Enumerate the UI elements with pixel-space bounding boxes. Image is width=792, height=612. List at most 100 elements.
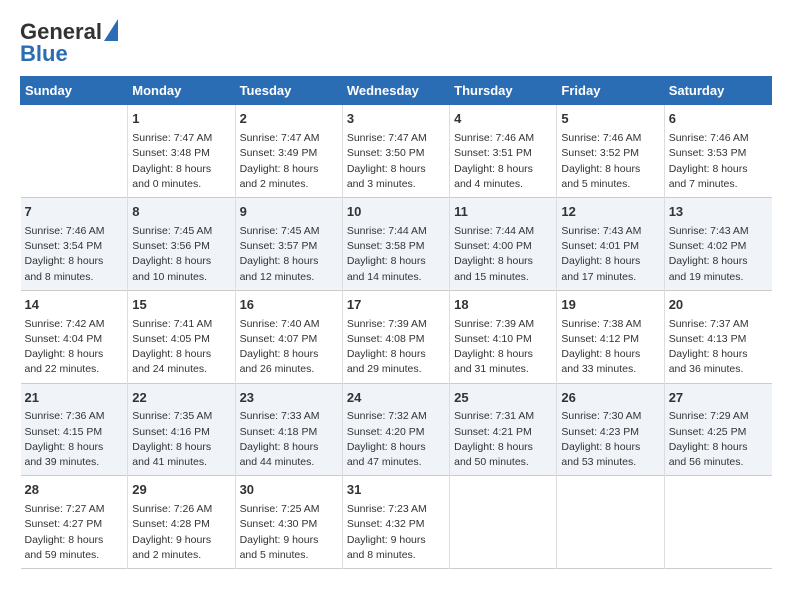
calendar-cell: 3 Sunrise: 7:47 AM Sunset: 3:50 PM Daylig… [342, 105, 449, 198]
week-row-2: 7Sunrise: 7:46 AM Sunset: 3:54 PM Daylig… [21, 198, 772, 291]
day-number: 19 [561, 296, 659, 315]
day-number: 12 [561, 203, 659, 222]
calendar-cell: 11Sunrise: 7:44 AM Sunset: 4:00 PM Dayli… [450, 198, 557, 291]
day-number: 16 [240, 296, 338, 315]
calendar-cell: 12 Sunrise: 7:43 AM Sunset: 4:01 PM Dayli… [557, 198, 664, 291]
calendar-cell [557, 476, 664, 569]
day-number: 20 [669, 296, 768, 315]
day-number: 4 [454, 110, 552, 129]
day-number: 6 [669, 110, 768, 129]
calendar-cell: 22Sunrise: 7:35 AM Sunset: 4:16 PM Dayli… [128, 383, 235, 476]
calendar-cell: 7Sunrise: 7:46 AM Sunset: 3:54 PM Daylig… [21, 198, 128, 291]
calendar-cell: 9 Sunrise: 7:45 AM Sunset: 3:57 PM Daylig… [235, 198, 342, 291]
calendar-cell: 23Sunrise: 7:33 AM Sunset: 4:18 PM Dayli… [235, 383, 342, 476]
day-number: 3 [347, 110, 445, 129]
day-details: Sunrise: 7:47 AM Sunset: 3:48 PM Dayligh… [132, 131, 230, 192]
week-row-3: 14 Sunrise: 7:42 AM Sunset: 4:04 PM Dayli… [21, 290, 772, 383]
day-details: Sunrise: 7:39 AM Sunset: 4:08 PM Dayligh… [347, 317, 445, 378]
logo-triangle-icon [104, 19, 118, 41]
calendar-cell: 2Sunrise: 7:47 AM Sunset: 3:49 PM Daylig… [235, 105, 342, 198]
col-header-friday: Friday [557, 77, 664, 105]
calendar-cell: 19 Sunrise: 7:38 AM Sunset: 4:12 PM Dayli… [557, 290, 664, 383]
calendar-cell: 28 Sunrise: 7:27 AM Sunset: 4:27 PM Dayli… [21, 476, 128, 569]
day-details: Sunrise: 7:41 AM Sunset: 4:05 PM Dayligh… [132, 317, 230, 378]
col-header-tuesday: Tuesday [235, 77, 342, 105]
week-row-4: 21Sunrise: 7:36 AM Sunset: 4:15 PM Dayli… [21, 383, 772, 476]
day-number: 9 [240, 203, 338, 222]
calendar-cell: 8 Sunrise: 7:45 AM Sunset: 3:56 PM Daylig… [128, 198, 235, 291]
col-header-saturday: Saturday [664, 77, 771, 105]
day-details: Sunrise: 7:46 AM Sunset: 3:54 PM Dayligh… [25, 224, 124, 285]
calendar-cell: 5Sunrise: 7:46 AM Sunset: 3:52 PM Daylig… [557, 105, 664, 198]
day-number: 21 [25, 389, 124, 408]
calendar-cell: 27Sunrise: 7:29 AM Sunset: 4:25 PM Dayli… [664, 383, 771, 476]
calendar-cell: 6 Sunrise: 7:46 AM Sunset: 3:53 PM Daylig… [664, 105, 771, 198]
day-details: Sunrise: 7:31 AM Sunset: 4:21 PM Dayligh… [454, 409, 552, 470]
calendar-cell: 21Sunrise: 7:36 AM Sunset: 4:15 PM Dayli… [21, 383, 128, 476]
day-details: Sunrise: 7:30 AM Sunset: 4:23 PM Dayligh… [561, 409, 659, 470]
calendar-cell: 13Sunrise: 7:43 AM Sunset: 4:02 PM Dayli… [664, 198, 771, 291]
day-number: 26 [561, 389, 659, 408]
day-details: Sunrise: 7:46 AM Sunset: 3:53 PM Dayligh… [669, 131, 768, 192]
calendar-cell: 24Sunrise: 7:32 AM Sunset: 4:20 PM Dayli… [342, 383, 449, 476]
day-details: Sunrise: 7:44 AM Sunset: 3:58 PM Dayligh… [347, 224, 445, 285]
day-number: 29 [132, 481, 230, 500]
day-details: Sunrise: 7:46 AM Sunset: 3:51 PM Dayligh… [454, 131, 552, 192]
day-details: Sunrise: 7:29 AM Sunset: 4:25 PM Dayligh… [669, 409, 768, 470]
calendar-cell [450, 476, 557, 569]
day-number: 23 [240, 389, 338, 408]
day-details: Sunrise: 7:32 AM Sunset: 4:20 PM Dayligh… [347, 409, 445, 470]
day-number: 27 [669, 389, 768, 408]
calendar-header-row: SundayMondayTuesdayWednesdayThursdayFrid… [21, 77, 772, 105]
day-details: Sunrise: 7:45 AM Sunset: 3:57 PM Dayligh… [240, 224, 338, 285]
day-number: 14 [25, 296, 124, 315]
day-number: 25 [454, 389, 552, 408]
day-number: 24 [347, 389, 445, 408]
calendar-table: SundayMondayTuesdayWednesdayThursdayFrid… [20, 76, 772, 569]
day-details: Sunrise: 7:36 AM Sunset: 4:15 PM Dayligh… [25, 409, 124, 470]
calendar-cell: 18Sunrise: 7:39 AM Sunset: 4:10 PM Dayli… [450, 290, 557, 383]
day-number: 8 [132, 203, 230, 222]
page-header: General Blue [20, 20, 772, 66]
col-header-monday: Monday [128, 77, 235, 105]
day-details: Sunrise: 7:37 AM Sunset: 4:13 PM Dayligh… [669, 317, 768, 378]
day-number: 22 [132, 389, 230, 408]
day-details: Sunrise: 7:43 AM Sunset: 4:01 PM Dayligh… [561, 224, 659, 285]
day-details: Sunrise: 7:35 AM Sunset: 4:16 PM Dayligh… [132, 409, 230, 470]
day-number: 13 [669, 203, 768, 222]
day-details: Sunrise: 7:42 AM Sunset: 4:04 PM Dayligh… [25, 317, 124, 378]
day-number: 18 [454, 296, 552, 315]
day-number: 10 [347, 203, 445, 222]
calendar-cell: 20 Sunrise: 7:37 AM Sunset: 4:13 PM Dayli… [664, 290, 771, 383]
day-details: Sunrise: 7:33 AM Sunset: 4:18 PM Dayligh… [240, 409, 338, 470]
logo-blue: Blue [20, 41, 68, 66]
calendar-cell: 16 Sunrise: 7:40 AM Sunset: 4:07 PM Dayli… [235, 290, 342, 383]
day-details: Sunrise: 7:26 AM Sunset: 4:28 PM Dayligh… [132, 502, 230, 563]
calendar-cell: 17 Sunrise: 7:39 AM Sunset: 4:08 PM Dayli… [342, 290, 449, 383]
calendar-cell: 1Sunrise: 7:47 AM Sunset: 3:48 PM Daylig… [128, 105, 235, 198]
day-details: Sunrise: 7:47 AM Sunset: 3:50 PM Dayligh… [347, 131, 445, 192]
day-number: 30 [240, 481, 338, 500]
day-details: Sunrise: 7:47 AM Sunset: 3:49 PM Dayligh… [240, 131, 338, 192]
day-number: 15 [132, 296, 230, 315]
day-number: 28 [25, 481, 124, 500]
day-details: Sunrise: 7:46 AM Sunset: 3:52 PM Dayligh… [561, 131, 659, 192]
day-details: Sunrise: 7:44 AM Sunset: 4:00 PM Dayligh… [454, 224, 552, 285]
day-details: Sunrise: 7:27 AM Sunset: 4:27 PM Dayligh… [25, 502, 124, 563]
calendar-cell [664, 476, 771, 569]
day-details: Sunrise: 7:40 AM Sunset: 4:07 PM Dayligh… [240, 317, 338, 378]
calendar-cell: 31 Sunrise: 7:23 AM Sunset: 4:32 PM Dayli… [342, 476, 449, 569]
day-number: 31 [347, 481, 445, 500]
calendar-cell: 4 Sunrise: 7:46 AM Sunset: 3:51 PM Daylig… [450, 105, 557, 198]
day-details: Sunrise: 7:23 AM Sunset: 4:32 PM Dayligh… [347, 502, 445, 563]
calendar-cell: 10 Sunrise: 7:44 AM Sunset: 3:58 PM Dayli… [342, 198, 449, 291]
col-header-wednesday: Wednesday [342, 77, 449, 105]
day-number: 17 [347, 296, 445, 315]
day-details: Sunrise: 7:45 AM Sunset: 3:56 PM Dayligh… [132, 224, 230, 285]
calendar-cell: 15 Sunrise: 7:41 AM Sunset: 4:05 PM Dayli… [128, 290, 235, 383]
calendar-cell: 30 Sunrise: 7:25 AM Sunset: 4:30 PM Dayli… [235, 476, 342, 569]
day-details: Sunrise: 7:38 AM Sunset: 4:12 PM Dayligh… [561, 317, 659, 378]
week-row-1: 1Sunrise: 7:47 AM Sunset: 3:48 PM Daylig… [21, 105, 772, 198]
day-details: Sunrise: 7:25 AM Sunset: 4:30 PM Dayligh… [240, 502, 338, 563]
col-header-thursday: Thursday [450, 77, 557, 105]
